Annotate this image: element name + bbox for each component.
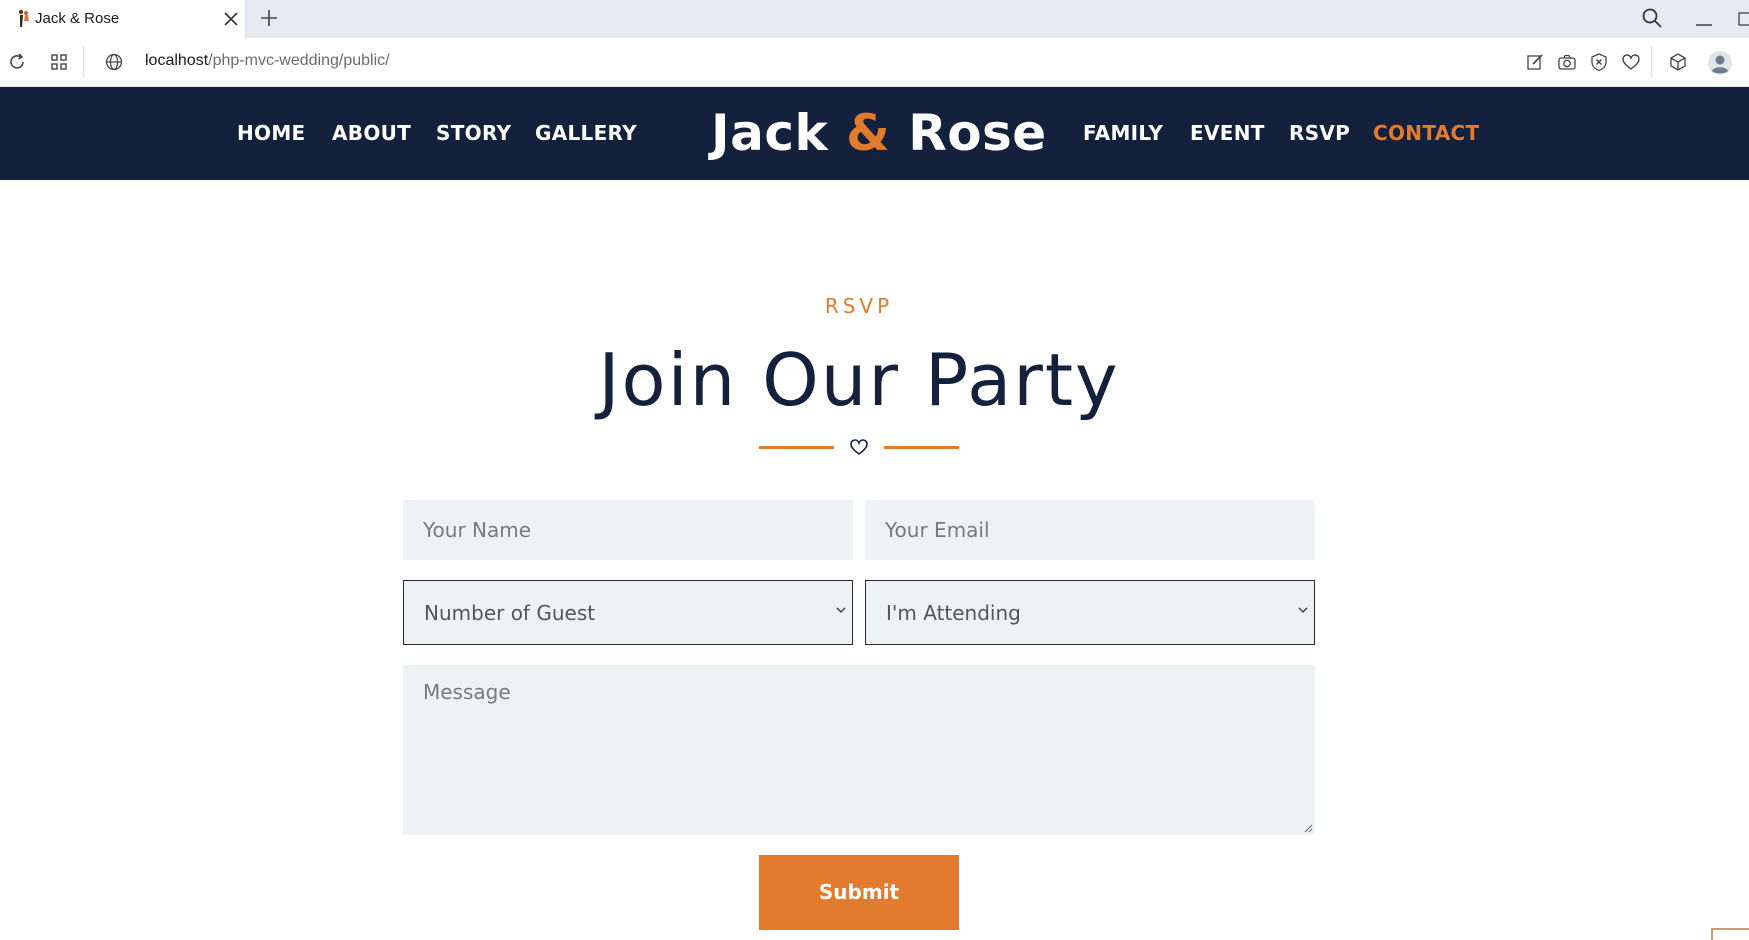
nav-event[interactable]: EVENT [1190, 121, 1265, 145]
url-path: /php-mvc-wedding/public/ [208, 52, 390, 69]
attending-select[interactable]: I'm Attending [865, 580, 1315, 645]
reload-icon[interactable] [6, 51, 28, 73]
heart-icon[interactable] [1620, 51, 1642, 73]
chevron-down-icon [836, 607, 846, 613]
site-navbar: HOME ABOUT STORY GALLERY Jack & Rose FAM… [0, 87, 1749, 180]
maximize-icon[interactable] [1738, 12, 1749, 26]
divider-left-line [759, 446, 834, 449]
globe-icon[interactable] [103, 51, 125, 73]
divider-right-line [884, 446, 959, 449]
shield-block-icon[interactable] [1588, 51, 1610, 73]
brand-ampersand: & [846, 104, 891, 162]
brand-first-name: Jack [711, 104, 829, 162]
resize-handle-icon[interactable] [1303, 823, 1313, 833]
search-icon[interactable] [1641, 7, 1663, 29]
tab-title: Jack & Rose [35, 10, 120, 27]
message-textarea[interactable]: Message [403, 665, 1315, 835]
close-tab-icon[interactable] [221, 9, 241, 29]
message-placeholder: Message [423, 680, 511, 704]
extension-cube-icon[interactable] [1667, 51, 1689, 73]
camera-icon[interactable] [1556, 51, 1578, 73]
profile-avatar-icon[interactable] [1707, 50, 1733, 76]
nav-story[interactable]: STORY [436, 121, 511, 145]
heart-icon [850, 439, 868, 456]
browser-tab[interactable]: Jack & Rose [0, 0, 246, 38]
chevron-down-icon [1298, 607, 1308, 613]
apps-grid-icon[interactable] [48, 51, 70, 73]
guests-selected-value: Number of Guest [424, 601, 596, 625]
url-field[interactable]: localhost/php-mvc-wedding/public/ [145, 52, 390, 70]
couple-favicon-icon [18, 9, 29, 27]
section-heading: Join Our Party [598, 338, 1120, 422]
name-placeholder: Your Name [423, 518, 532, 542]
name-input[interactable]: Your Name [403, 500, 853, 560]
nav-family[interactable]: FAMILY [1083, 121, 1163, 145]
site-logo[interactable]: Jack & Rose [711, 104, 1047, 162]
corner-decoration [1711, 928, 1749, 940]
submit-button[interactable]: Submit [759, 855, 959, 930]
nav-gallery[interactable]: GALLERY [535, 121, 637, 145]
url-host: localhost [145, 52, 209, 69]
toolbar-divider [1651, 46, 1652, 78]
nav-rsvp[interactable]: RSVP [1289, 121, 1350, 145]
nav-home[interactable]: HOME [237, 121, 306, 145]
submit-label: Submit [818, 880, 900, 904]
attending-selected-value: I'm Attending [886, 601, 1021, 625]
edit-page-icon[interactable] [1524, 51, 1546, 73]
nav-contact[interactable]: CONTACT [1373, 121, 1479, 145]
nav-about[interactable]: ABOUT [332, 121, 411, 145]
address-bar: localhost/php-mvc-wedding/public/ [0, 38, 1749, 87]
brand-second-name: Rose [908, 104, 1047, 162]
minimize-icon[interactable] [1692, 8, 1716, 30]
email-placeholder: Your Email [885, 518, 990, 542]
browser-tabstrip: Jack & Rose [0, 0, 1749, 38]
email-input[interactable]: Your Email [865, 500, 1315, 560]
guests-select[interactable]: Number of Guest [403, 580, 853, 645]
toolbar-divider [83, 46, 84, 78]
section-eyebrow: RSVP [824, 294, 894, 318]
new-tab-plus-icon[interactable] [258, 7, 280, 29]
